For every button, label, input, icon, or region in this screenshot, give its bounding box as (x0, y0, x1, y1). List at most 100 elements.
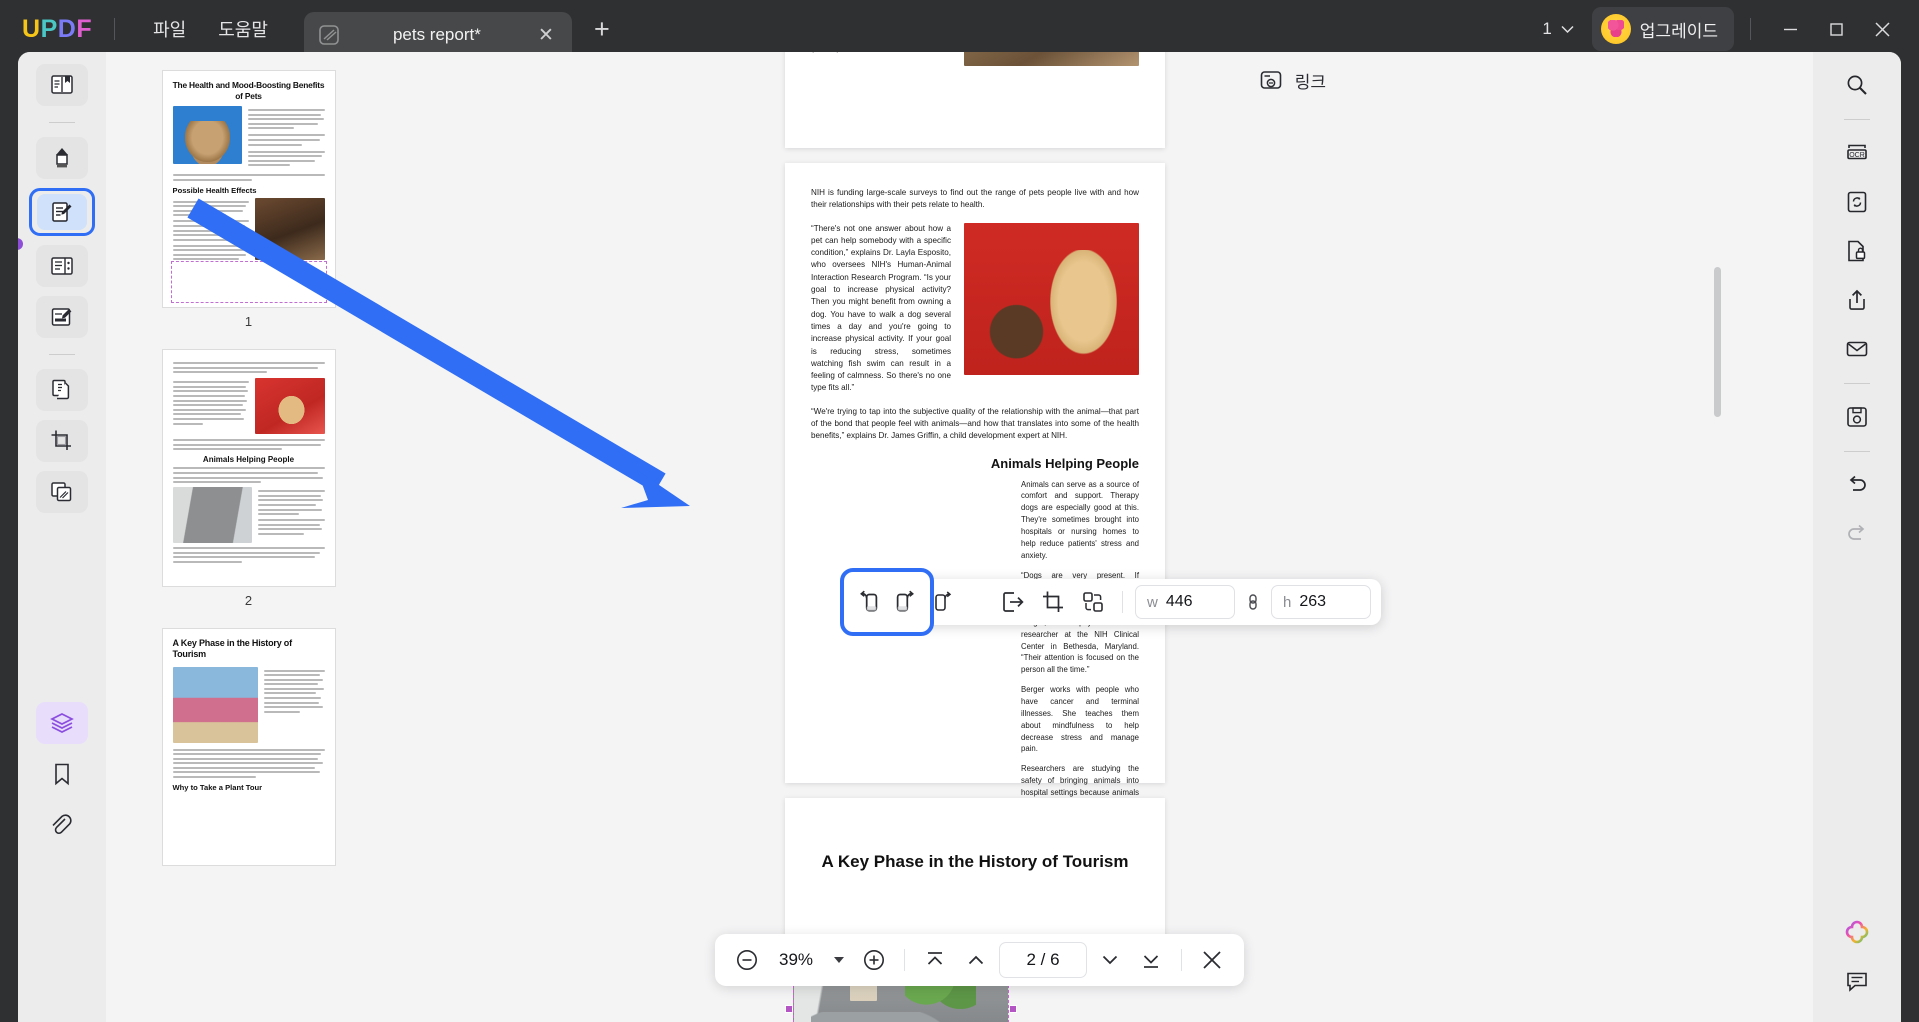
comment-icon (1847, 972, 1867, 992)
thumb2-top (172, 362, 325, 374)
tab-list-dropdown[interactable]: 1 (1542, 19, 1574, 39)
ocr-icon: OCR (1847, 144, 1867, 160)
page3-title: A Key Phase in the History of Tourism (821, 852, 1129, 871)
left-rail-divider-1 (49, 122, 75, 123)
sidebar-item-bookmark[interactable] (36, 753, 88, 795)
thumb1-body (172, 200, 249, 261)
thumbnail-page-1[interactable]: The Health and Mood-Boosting Benefits of… (161, 70, 336, 308)
page2-para-nih: NIH is funding large-scale surveys to fi… (811, 188, 1139, 210)
sidebar-item-ai-layers[interactable] (36, 702, 88, 744)
first-page-icon (927, 952, 943, 965)
page2-image-christmas-dogs[interactable] (964, 222, 1139, 375)
email-button[interactable] (1833, 328, 1881, 370)
thumbnail-panel[interactable]: The Health and Mood-Boosting Benefits of… (106, 52, 391, 1022)
crop-image-button[interactable] (1036, 585, 1070, 619)
layers-icon (50, 713, 74, 733)
image-height-field[interactable]: h 263 (1271, 585, 1371, 619)
document-page-3[interactable]: A Key Phase in the History of Tourism (785, 798, 1165, 938)
close-pagebar-button[interactable] (1194, 942, 1230, 978)
thumb2-image-xmas-dogs (254, 378, 325, 435)
previous-page-button[interactable] (958, 942, 994, 978)
resize-handle-middle-left[interactable] (785, 1004, 793, 1013)
ocr-button[interactable]: OCR (1833, 132, 1881, 174)
image-edit-toolbar[interactable]: w 446 h 263 (868, 579, 1381, 625)
share-button[interactable] (1833, 279, 1881, 321)
prev-page-icon (968, 955, 984, 965)
next-page-button[interactable] (1092, 942, 1128, 978)
thumb1-heading: Possible Health Effects (172, 185, 257, 195)
height-value: 263 (1299, 593, 1327, 610)
thumb3-image-havana (172, 666, 258, 743)
link-chain-icon (1249, 594, 1257, 610)
sidebar-item-form[interactable] (36, 296, 88, 338)
close-window-button[interactable] (1859, 8, 1905, 50)
tab-link[interactable]: 링크 (1248, 62, 1336, 98)
thumb2-therapy (172, 467, 325, 484)
sidebar-item-reader[interactable] (36, 64, 88, 106)
window-controls-divider (1750, 18, 1751, 40)
thumb2-image-grey-cat (172, 487, 252, 544)
search-button[interactable] (1833, 64, 1881, 106)
page2-heading: Animals Helping People (990, 455, 1139, 471)
sidebar-item-crop[interactable] (36, 420, 88, 462)
upgrade-button[interactable]: 업그레이드 (1591, 7, 1734, 51)
sidebar-item-organize-pages[interactable] (36, 245, 88, 287)
paperclip-icon (52, 814, 72, 835)
zoom-out-button[interactable] (729, 942, 765, 978)
sidebar-item-comment[interactable] (36, 137, 88, 179)
export-icon (1003, 592, 1024, 612)
save-button[interactable] (1833, 396, 1881, 438)
undo-button[interactable] (1833, 464, 1881, 506)
zoom-in-button[interactable] (856, 942, 892, 978)
page-number-input[interactable]: 2 / 6 (999, 942, 1087, 978)
sidebar-item-edit-pdf[interactable] (29, 188, 95, 236)
close-icon (1874, 21, 1890, 37)
last-page-button[interactable] (1133, 942, 1169, 978)
thumb2-griffin (172, 439, 325, 451)
ai-assistant-button[interactable] (1833, 911, 1881, 953)
comment-button[interactable] (1833, 960, 1881, 1002)
zoom-dropdown-button[interactable] (827, 942, 851, 978)
image-detail-cat (811, 1012, 961, 1022)
new-tab-button[interactable]: + (586, 14, 618, 45)
image-width-field[interactable]: w 446 (1135, 585, 1235, 619)
next-page-icon (1102, 955, 1118, 965)
zoom-in-icon (864, 950, 884, 970)
maximize-button[interactable] (1813, 8, 1859, 50)
pagebar-divider-1 (904, 949, 905, 971)
lock-aspect-ratio-button[interactable] (1241, 585, 1265, 619)
link-card-icon (1260, 71, 1282, 89)
first-page-button[interactable] (917, 942, 953, 978)
redo-button[interactable] (1833, 513, 1881, 555)
page-scroll-area[interactable]: animals might influence child developmen… (391, 52, 1813, 1022)
convert-button[interactable] (1833, 181, 1881, 223)
replace-image-button[interactable] (1076, 585, 1110, 619)
thumbnail-page-3[interactable]: A Key Phase in the History of Tourism Wh… (161, 628, 336, 866)
protect-button[interactable] (1833, 230, 1881, 272)
thumb1-selection-outline (170, 261, 327, 303)
menu-help[interactable]: 도움말 (202, 10, 284, 48)
height-label: h (1283, 593, 1292, 611)
close-tab-button[interactable]: ✕ (534, 23, 558, 47)
page2-quote-esposito: “There's not one answer about how a pet … (811, 223, 951, 393)
extract-image-button[interactable] (996, 585, 1030, 619)
minimize-button[interactable] (1767, 8, 1813, 50)
upgrade-label: 업그레이드 (1639, 21, 1718, 41)
menu-file[interactable]: 파일 (137, 10, 202, 48)
minimize-icon (1783, 28, 1797, 30)
rotate-buttons-highlight[interactable] (840, 568, 934, 636)
page-navigation-bar[interactable]: 39% 2 / 6 (715, 934, 1244, 986)
zoom-level-value[interactable]: 39% (770, 950, 822, 970)
document-lock-icon (1848, 240, 1866, 262)
thumbnail-page-2[interactable]: Animals Helping People (161, 349, 336, 587)
thumb1-col-text (248, 109, 325, 167)
resize-handle-middle-right[interactable] (1009, 1004, 1017, 1013)
document-page-2[interactable]: NIH is funding large-scale surveys to fi… (785, 163, 1165, 1022)
sidebar-item-convert[interactable] (36, 369, 88, 411)
zoom-out-icon (737, 950, 757, 970)
sidebar-item-attachment[interactable] (36, 804, 88, 846)
chevron-down-icon (1561, 25, 1574, 33)
sidebar-item-batch[interactable] (36, 471, 88, 513)
vertical-scrollbar[interactable] (1714, 267, 1721, 417)
thumb1-image-dogs (254, 197, 325, 260)
